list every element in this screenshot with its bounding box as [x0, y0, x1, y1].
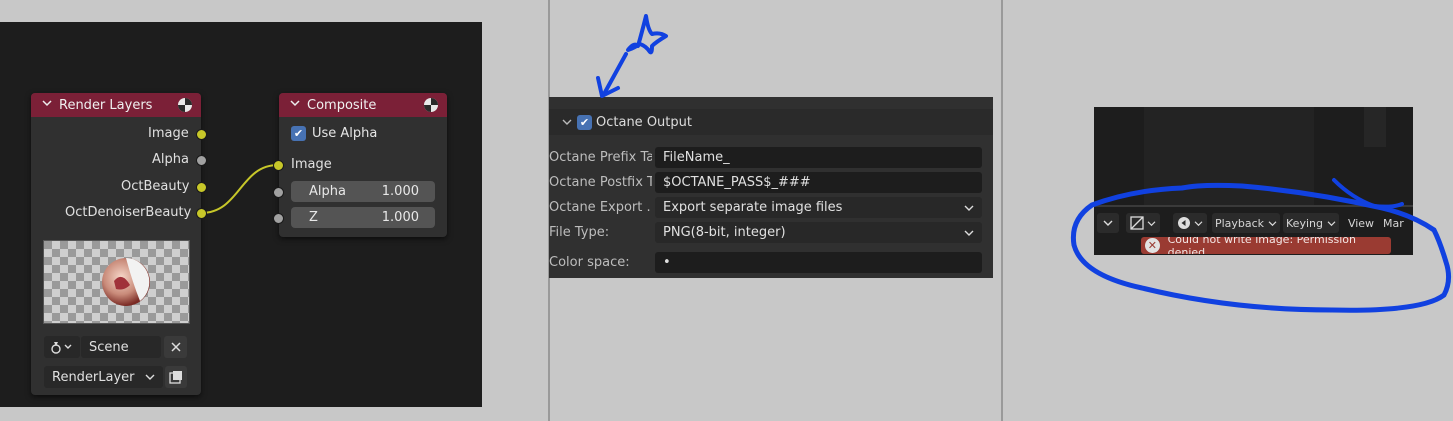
- render-layer-action-button[interactable]: [165, 366, 187, 388]
- export-dropdown[interactable]: Export separate image files: [655, 197, 982, 218]
- z-field[interactable]: Z 1.000: [291, 207, 435, 228]
- output-label-image: Image: [148, 126, 189, 141]
- export-label: Octane Export ...: [549, 200, 652, 215]
- octane-output-checkbox[interactable]: ✔: [577, 114, 592, 130]
- node-editor-canvas[interactable]: Render Layers Image Alpha OctBeauty OctD…: [0, 22, 482, 407]
- render-layers-header[interactable]: Render Layers: [31, 93, 201, 117]
- annotation-circle: [1070, 178, 1452, 313]
- alpha-value: 1.000: [381, 184, 419, 199]
- file-type-dropdown[interactable]: PNG(8-bit, integer): [655, 222, 982, 243]
- input-socket-z[interactable]: [273, 213, 284, 224]
- timeline-scrollbar[interactable]: [1364, 107, 1386, 147]
- octane-output-title: Octane Output: [596, 114, 692, 130]
- octane-output-header[interactable]: ✔ Octane Output: [549, 109, 993, 135]
- close-icon: [170, 342, 181, 352]
- z-value: 1.000: [381, 210, 419, 225]
- panel-divider: [1001, 0, 1003, 421]
- node-title: Render Layers: [59, 97, 153, 113]
- chevron-down-icon: [964, 230, 974, 236]
- render-layer-value: RenderLayer: [52, 369, 135, 385]
- z-label: Z: [309, 210, 318, 225]
- output-socket-octbeauty[interactable]: [196, 182, 207, 193]
- render-preview-icon[interactable]: [177, 97, 193, 113]
- checkmark-icon[interactable]: ✔: [291, 126, 306, 141]
- render-layer-dropdown[interactable]: RenderLayer: [44, 366, 163, 388]
- composite-header[interactable]: Composite: [279, 93, 447, 117]
- input-label-image: Image: [291, 157, 332, 172]
- use-alpha-checkbox[interactable]: ✔ Use Alpha: [291, 126, 377, 141]
- output-socket-image[interactable]: [196, 129, 207, 140]
- chevron-down-icon: [562, 119, 572, 125]
- postfix-label: Octane Postfix T...: [549, 175, 652, 190]
- input-socket-alpha[interactable]: [273, 187, 284, 198]
- chevron-down-icon[interactable]: [41, 97, 53, 113]
- postfix-input[interactable]: $OCTANE_PASS$_###: [655, 172, 982, 193]
- file-type-value: PNG(8-bit, integer): [663, 225, 786, 240]
- render-preview-icon[interactable]: [423, 97, 439, 113]
- chevron-down-icon[interactable]: [289, 97, 301, 113]
- layers-icon: [169, 371, 182, 384]
- output-socket-octdenoiserbeauty[interactable]: [196, 208, 207, 219]
- export-value: Export separate image files: [663, 200, 843, 215]
- output-label-octbeauty: OctBeauty: [121, 179, 190, 194]
- chevron-down-icon: [145, 374, 155, 380]
- output-label-octdenoiserbeauty: OctDenoiserBeauty: [65, 205, 192, 220]
- alpha-field[interactable]: Alpha 1.000: [291, 181, 435, 202]
- output-socket-alpha[interactable]: [196, 155, 207, 166]
- scene-field[interactable]: Scene: [81, 336, 161, 358]
- alpha-label: Alpha: [309, 184, 346, 199]
- use-alpha-label: Use Alpha: [312, 126, 378, 141]
- input-socket-image[interactable]: [273, 160, 284, 171]
- octane-output-panel: ✔ Octane Output Octane Prefix Ta... File…: [549, 97, 993, 278]
- file-type-label: File Type:: [549, 225, 610, 240]
- annotation-star-arrow: [596, 14, 668, 98]
- clear-scene-button[interactable]: [164, 336, 187, 358]
- node-title: Composite: [307, 97, 377, 113]
- scene-icon: [51, 342, 72, 354]
- color-space-input[interactable]: •: [655, 252, 982, 273]
- scene-browse-button[interactable]: [44, 336, 80, 358]
- prefix-input[interactable]: FileName_: [655, 147, 982, 168]
- color-space-label: Color space:: [549, 255, 630, 270]
- render-preview-thumbnail: [43, 240, 190, 324]
- output-label-alpha: Alpha: [152, 152, 189, 167]
- prefix-label: Octane Prefix Ta...: [549, 150, 652, 165]
- chevron-down-icon: [964, 205, 974, 211]
